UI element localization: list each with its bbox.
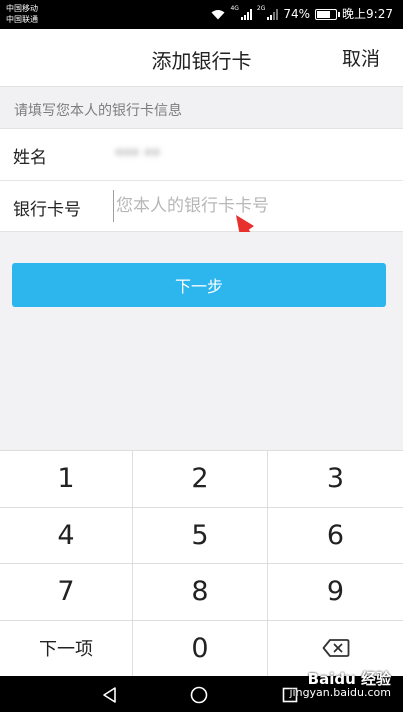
battery-fill xyxy=(317,10,330,18)
network-type-2: 2G xyxy=(256,5,266,12)
watermark-url: jingyan.baidu.com xyxy=(289,686,391,699)
wifi-icon xyxy=(211,9,225,19)
key-6[interactable]: 6 xyxy=(268,507,403,564)
carrier-info: 中国移动 中国联通 xyxy=(6,3,38,25)
next-step-button[interactable]: 下一步 xyxy=(12,263,386,307)
cancel-button[interactable]: 取消 xyxy=(342,44,380,71)
battery-icon xyxy=(315,8,341,20)
card-number-row[interactable]: 银行卡号 xyxy=(0,180,403,231)
numeric-keypad: 1 2 3 4 5 6 7 8 9 下一项 0 xyxy=(0,450,403,677)
carrier-1: 中国移动 xyxy=(6,4,38,13)
name-label: 姓名 xyxy=(13,148,47,168)
watermark-brand: Baidu 经验 xyxy=(307,670,391,688)
key-7[interactable]: 7 xyxy=(0,564,133,621)
section-hint: 请填写您本人的银行卡信息 xyxy=(0,86,403,128)
status-bar: 中国移动 中国联通 4G 2G 74% 晚上9:27 xyxy=(0,0,403,29)
battery-percent: 74% xyxy=(283,7,311,21)
key-1[interactable]: 1 xyxy=(0,451,133,508)
key-8[interactable]: 8 xyxy=(133,564,268,621)
status-time: 晚上9:27 xyxy=(342,7,393,21)
status-indicators: 4G 2G 74% 晚上9:27 xyxy=(211,6,393,22)
content-area: 下一步 xyxy=(0,232,403,450)
key-next-field[interactable]: 下一项 xyxy=(0,620,133,677)
key-5[interactable]: 5 xyxy=(133,507,268,564)
name-row: 姓名 *** ** xyxy=(0,129,403,180)
key-4[interactable]: 4 xyxy=(0,507,133,564)
watermark: Baidu 经验 jingyan.baidu.com xyxy=(289,670,391,700)
home-circle-icon[interactable] xyxy=(189,685,209,705)
header: 添加银行卡 取消 xyxy=(0,29,403,86)
network-type-1: 4G xyxy=(230,5,239,12)
key-2[interactable]: 2 xyxy=(133,451,268,508)
backspace-icon xyxy=(322,639,349,658)
card-number-input[interactable] xyxy=(113,190,383,222)
section-hint-text: 请填写您本人的银行卡信息 xyxy=(14,103,182,119)
signal-icon-2 xyxy=(267,8,279,20)
signal-icon xyxy=(240,8,252,20)
name-value: *** ** xyxy=(115,145,161,164)
card-number-label: 银行卡号 xyxy=(13,200,81,220)
key-delete[interactable] xyxy=(268,620,403,677)
key-3[interactable]: 3 xyxy=(268,451,403,508)
bank-card-form: 姓名 *** ** 银行卡号 xyxy=(0,128,403,232)
key-0[interactable]: 0 xyxy=(133,620,268,677)
back-triangle-icon[interactable] xyxy=(100,685,120,705)
key-9[interactable]: 9 xyxy=(268,564,403,621)
carrier-2: 中国联通 xyxy=(6,15,38,24)
